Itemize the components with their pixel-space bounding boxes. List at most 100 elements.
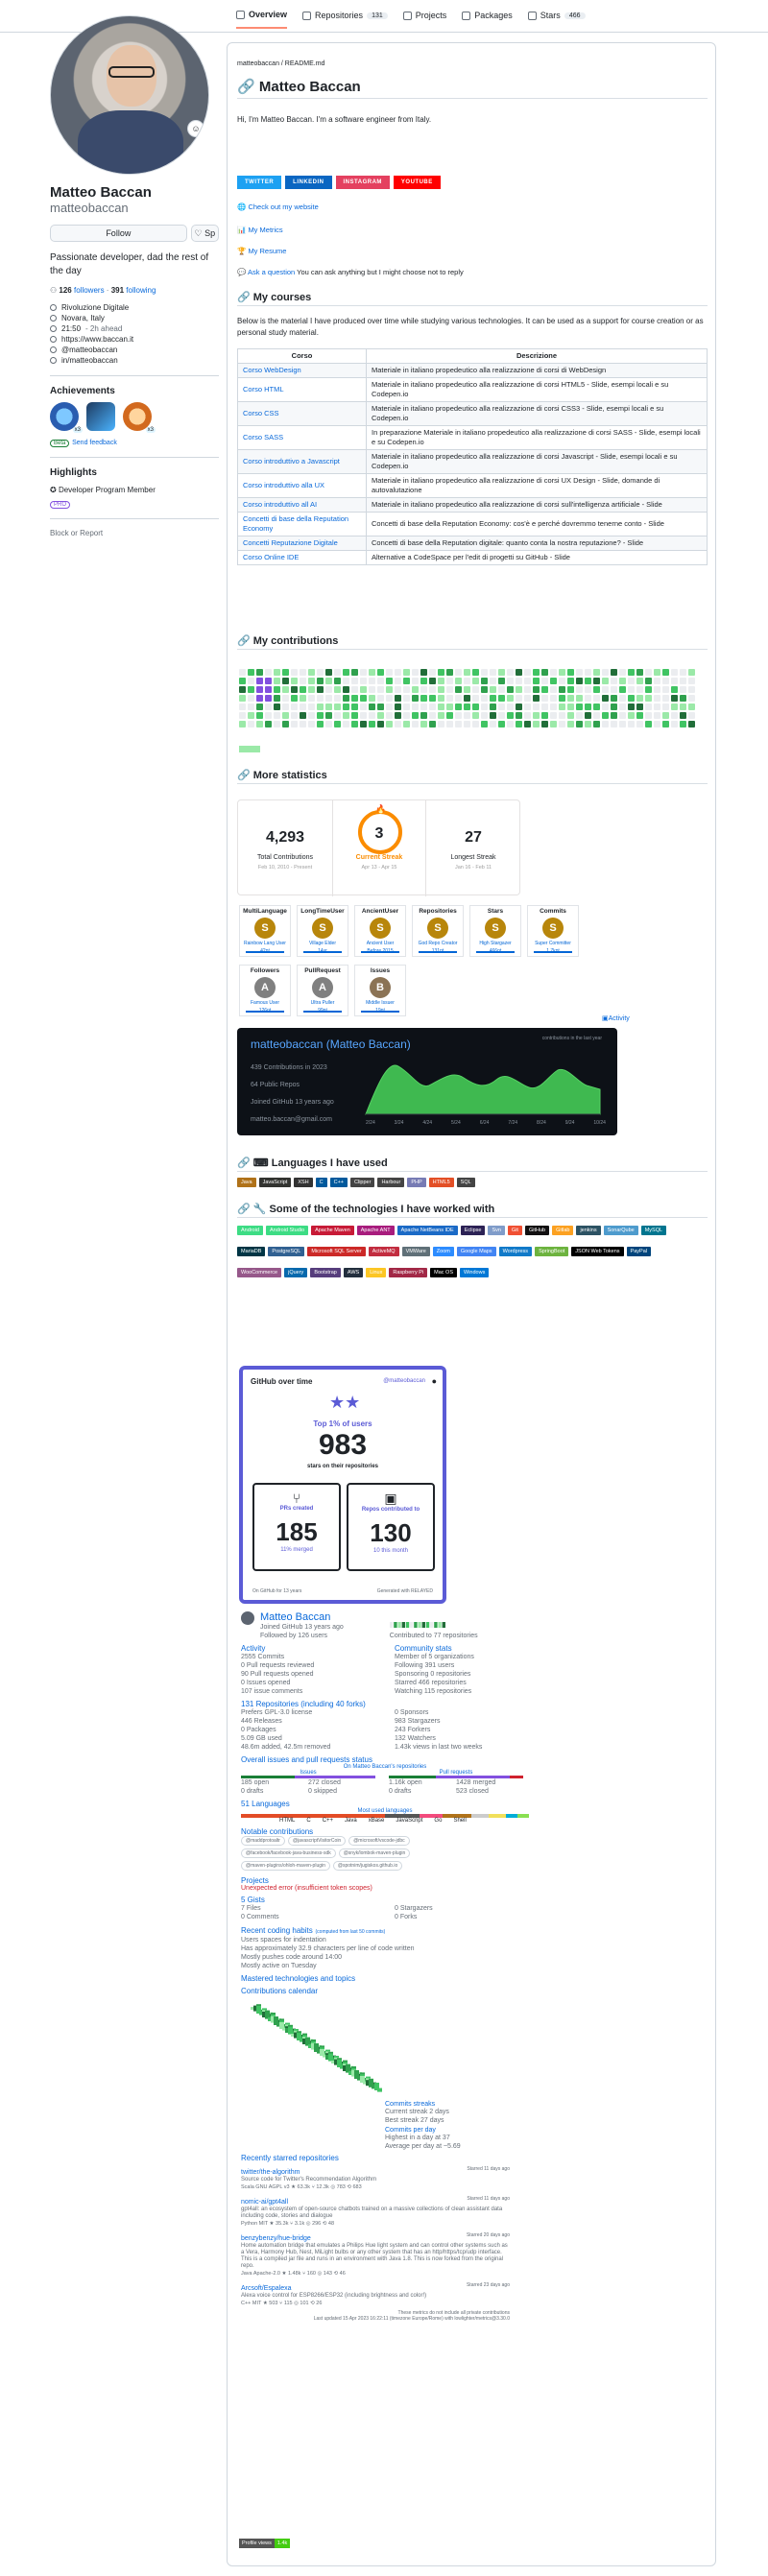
contribution-day[interactable] — [386, 686, 393, 693]
contribution-day[interactable] — [602, 686, 609, 693]
contribution-day[interactable] — [516, 721, 522, 727]
contribution-day[interactable] — [265, 695, 272, 702]
contribution-day[interactable] — [377, 721, 384, 727]
contribution-day[interactable] — [662, 669, 669, 676]
contribution-day[interactable] — [490, 704, 496, 710]
contribution-day[interactable] — [464, 695, 470, 702]
contribution-day[interactable] — [351, 712, 358, 719]
contribution-day[interactable] — [256, 704, 263, 710]
contribution-day[interactable] — [611, 669, 617, 676]
notable-item[interactable]: @facebook/facebook-java-business-sdk — [241, 1849, 336, 1858]
contribution-day[interactable] — [671, 704, 678, 710]
notable-item[interactable]: @microsoft/vscode-jdbc — [348, 1836, 410, 1846]
course-link[interactable]: Corso WebDesign — [237, 363, 367, 378]
contribution-day[interactable] — [593, 669, 600, 676]
contribution-day[interactable] — [360, 704, 367, 710]
contribution-day[interactable] — [628, 704, 635, 710]
course-link[interactable]: Concetti Reputazione Digitale — [237, 536, 367, 551]
contribution-day[interactable] — [369, 686, 375, 693]
contribution-day[interactable] — [455, 669, 462, 676]
contributions-graph[interactable] — [239, 669, 700, 757]
contribution-day[interactable] — [680, 686, 686, 693]
contribution-day[interactable] — [541, 686, 548, 693]
contribution-day[interactable] — [507, 669, 514, 676]
contribution-day[interactable] — [490, 695, 496, 702]
course-link[interactable]: Concetti di base della Reputation Econom… — [237, 512, 367, 537]
contribution-day[interactable] — [680, 704, 686, 710]
contribution-day[interactable] — [524, 712, 531, 719]
contribution-day[interactable] — [395, 695, 401, 702]
contribution-day[interactable] — [619, 695, 626, 702]
contribution-day[interactable] — [256, 678, 263, 684]
contribution-day[interactable] — [662, 678, 669, 684]
contribution-day[interactable] — [541, 695, 548, 702]
contribution-day[interactable] — [688, 686, 695, 693]
contribution-day[interactable] — [239, 721, 246, 727]
contribution-day[interactable] — [550, 721, 557, 727]
contribution-day[interactable] — [429, 678, 436, 684]
contribution-day[interactable] — [282, 704, 289, 710]
contribution-day[interactable] — [576, 669, 583, 676]
contribution-day[interactable] — [481, 721, 488, 727]
contribution-day[interactable] — [248, 712, 254, 719]
contribution-day[interactable] — [429, 704, 436, 710]
contribution-day[interactable] — [602, 704, 609, 710]
contribution-day[interactable] — [420, 704, 427, 710]
contribution-day[interactable] — [464, 721, 470, 727]
contribution-day[interactable] — [671, 695, 678, 702]
contribution-day[interactable] — [636, 712, 643, 719]
achievement-badge[interactable] — [86, 402, 115, 431]
contribution-day[interactable] — [550, 695, 557, 702]
contribution-day[interactable] — [403, 686, 410, 693]
contribution-day[interactable] — [274, 686, 280, 693]
contribution-day[interactable] — [455, 686, 462, 693]
contribution-day[interactable] — [412, 695, 419, 702]
contribution-day[interactable] — [300, 721, 306, 727]
contribution-day[interactable] — [611, 695, 617, 702]
contribution-day[interactable] — [274, 678, 280, 684]
contribution-day[interactable] — [360, 695, 367, 702]
contribution-day[interactable] — [490, 678, 496, 684]
contribution-day[interactable] — [585, 704, 591, 710]
notable-item[interactable]: @javascriptVisitorCoin — [287, 1836, 347, 1846]
contribution-day[interactable] — [516, 678, 522, 684]
contribution-day[interactable] — [576, 712, 583, 719]
contribution-day[interactable] — [360, 669, 367, 676]
notable-item[interactable]: @spotnim/jugiskos.github.io — [332, 1861, 403, 1871]
contribution-day[interactable] — [291, 704, 298, 710]
contribution-day[interactable] — [533, 721, 540, 727]
contribution-day[interactable] — [360, 721, 367, 727]
contribution-day[interactable] — [291, 695, 298, 702]
contribution-day[interactable] — [455, 695, 462, 702]
contribution-day[interactable] — [507, 712, 514, 719]
contribution-day[interactable] — [334, 704, 341, 710]
contribution-day[interactable] — [386, 721, 393, 727]
contribution-day[interactable] — [628, 678, 635, 684]
anchor-icon[interactable]: 🔗 — [237, 1157, 251, 1169]
contribution-day[interactable] — [680, 669, 686, 676]
contribution-day[interactable] — [256, 695, 263, 702]
contribution-day[interactable] — [507, 704, 514, 710]
contribution-day[interactable] — [343, 704, 349, 710]
contribution-day[interactable] — [369, 721, 375, 727]
contribution-day[interactable] — [282, 678, 289, 684]
contribution-day[interactable] — [282, 669, 289, 676]
contribution-day[interactable] — [498, 721, 505, 727]
contribution-day[interactable] — [662, 712, 669, 719]
contribution-day[interactable] — [274, 712, 280, 719]
contribution-day[interactable] — [265, 686, 272, 693]
contribution-day[interactable] — [576, 721, 583, 727]
following-link[interactable]: 391 following — [111, 286, 156, 295]
contribution-day[interactable] — [567, 712, 574, 719]
website-link[interactable]: https://www.baccan.it — [61, 335, 133, 344]
contribution-day[interactable] — [524, 669, 531, 676]
contribution-day[interactable] — [550, 686, 557, 693]
contribution-day[interactable] — [498, 695, 505, 702]
contribution-day[interactable] — [239, 669, 246, 676]
contribution-day[interactable] — [559, 712, 565, 719]
contribution-day[interactable] — [300, 712, 306, 719]
contribution-day[interactable] — [585, 686, 591, 693]
avatar[interactable]: ☺ — [50, 15, 209, 175]
contribution-day[interactable] — [533, 678, 540, 684]
contribution-day[interactable] — [239, 678, 246, 684]
